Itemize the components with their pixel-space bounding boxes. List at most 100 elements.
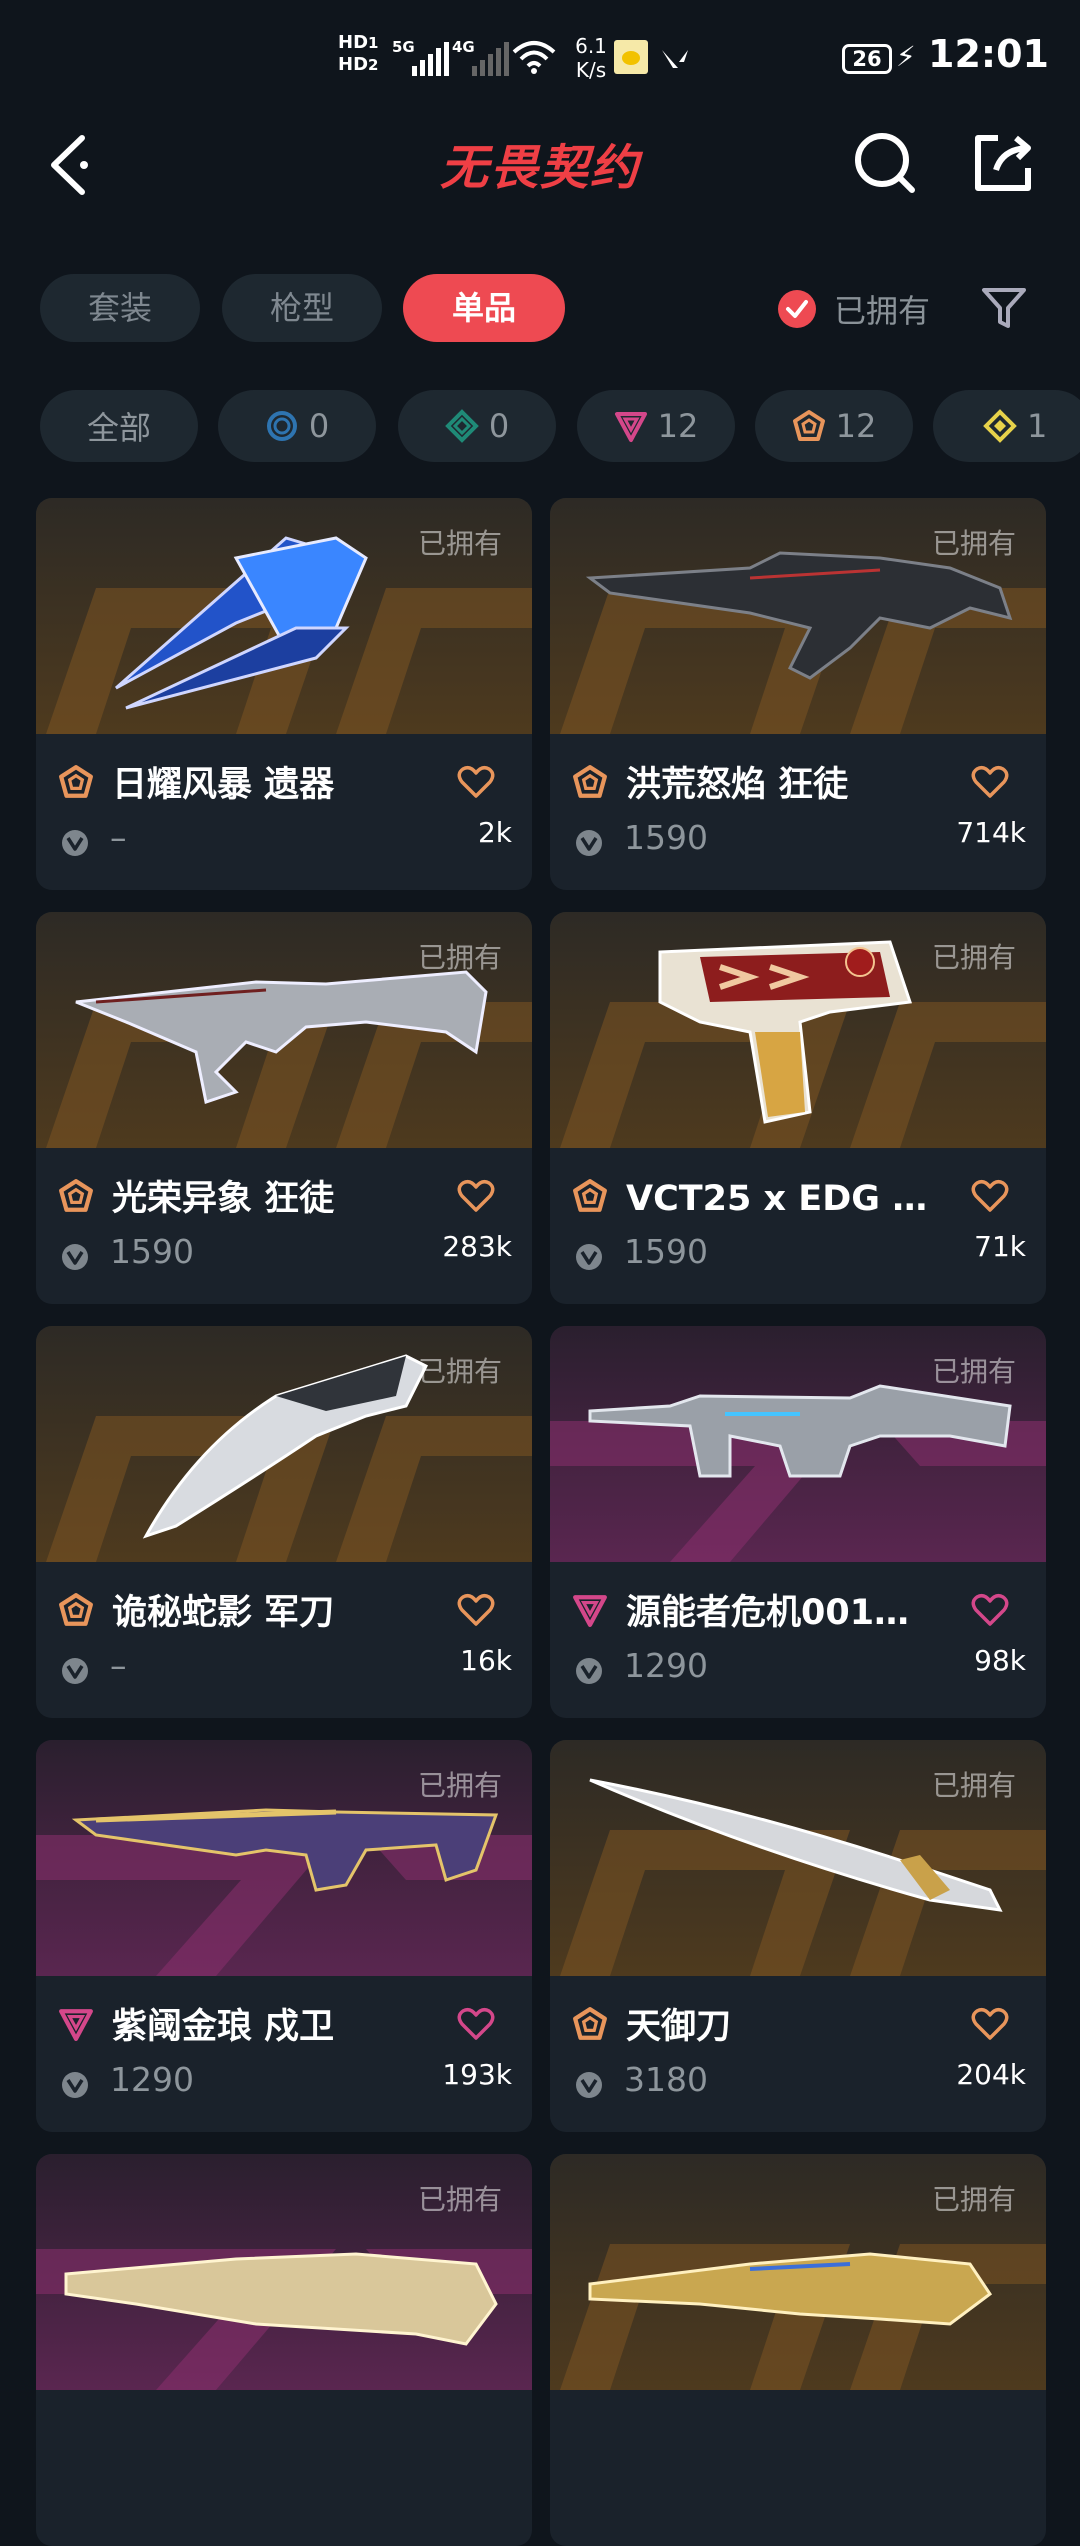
search-icon[interactable]: [850, 128, 920, 198]
hd-indicator: HD1 HD2: [338, 32, 379, 75]
item-likes: 204k: [956, 2058, 1026, 2091]
wifi-icon: [512, 41, 556, 74]
item-name: 源能者危机001…: [626, 1593, 910, 1633]
filter-icon[interactable]: [980, 284, 1028, 332]
chip-count: 0: [488, 407, 510, 445]
item-card[interactable]: 已拥有 光荣异象 狂徒 1590 283k: [36, 912, 532, 1304]
exclusive-tier-icon: [58, 764, 94, 800]
deluxe-tier-icon: [444, 409, 479, 443]
item-card[interactable]: 已拥有 VCT25 x EDG 标… 1590 71k: [550, 912, 1046, 1304]
chip-ultra[interactable]: 1: [933, 390, 1080, 462]
item-likes: 283k: [442, 1230, 512, 1263]
item-price: 1290: [110, 2060, 194, 2099]
item-name: VCT25 x EDG 标…: [626, 1179, 956, 1219]
tab-weapon-type[interactable]: 枪型: [222, 274, 382, 342]
notification-app-icon: [614, 40, 648, 74]
item-name: 日耀风暴 遗器: [112, 765, 335, 805]
chip-exclusive[interactable]: 12: [755, 390, 913, 462]
item-card[interactable]: 已拥有 日耀风暴 遗器 – 2k: [36, 498, 532, 890]
heart-icon[interactable]: [456, 1176, 496, 1216]
clock: 12:01: [928, 32, 1049, 76]
heart-icon[interactable]: [456, 762, 496, 802]
chip-premium[interactable]: 12: [577, 390, 735, 462]
item-card[interactable]: 已拥有: [550, 2154, 1046, 2546]
tab-items[interactable]: 单品: [403, 274, 565, 342]
item-likes: 71k: [974, 1230, 1026, 1263]
premium-tier-icon: [572, 1592, 608, 1628]
vp-currency-icon: [62, 2072, 88, 2098]
item-price: 1290: [624, 1646, 708, 1685]
chip-count: 1: [1027, 407, 1048, 445]
heart-icon[interactable]: [970, 1590, 1010, 1630]
item-price: 1590: [110, 1232, 194, 1271]
owned-label: 已拥有: [417, 1355, 502, 1388]
heart-icon[interactable]: [970, 2004, 1010, 2044]
premium-tier-icon: [58, 2006, 94, 2042]
heart-icon[interactable]: [970, 762, 1010, 802]
owned-label: 已拥有: [931, 527, 1016, 560]
chip-select[interactable]: 0: [218, 390, 376, 462]
item-card[interactable]: 已拥有 紫阈金琅 戍卫 1290 193k: [36, 1740, 532, 2132]
item-name: 诡秘蛇影 军刀: [112, 1593, 335, 1633]
exclusive-tier-icon: [572, 764, 608, 800]
vp-currency-icon: [62, 1244, 88, 1270]
item-name: 紫阈金琅 戍卫: [112, 2007, 335, 2047]
item-likes: 98k: [974, 1644, 1026, 1677]
owned-label: 已拥有: [417, 1769, 502, 1802]
item-card[interactable]: 已拥有 天御刀 3180 204k: [550, 1740, 1046, 2132]
item-price: 1590: [624, 1232, 708, 1271]
item-name: 天御刀: [626, 2007, 732, 2047]
chip-all[interactable]: 全部: [40, 390, 198, 462]
signal-icon: [412, 38, 449, 76]
vp-currency-icon: [576, 1244, 602, 1270]
ultra-tier-icon: [983, 409, 1017, 443]
item-card[interactable]: 已拥有 诡秘蛇影 军刀 – 16k: [36, 1326, 532, 1718]
premium-tier-icon: [614, 412, 647, 442]
item-likes: 16k: [460, 1644, 512, 1677]
tab-bundles[interactable]: 套装: [40, 274, 200, 342]
item-likes: 2k: [477, 816, 512, 849]
vp-currency-icon: [576, 2072, 602, 2098]
charging-icon: ⚡: [896, 40, 916, 73]
item-name: 洪荒怒焰 狂徒: [626, 765, 849, 805]
item-likes: 193k: [442, 2058, 512, 2091]
chip-count: 12: [835, 407, 877, 445]
exclusive-tier-icon: [572, 2006, 608, 2042]
vp-currency-icon: [62, 830, 88, 856]
chip-count: 12: [657, 407, 699, 445]
owned-label: 已拥有: [417, 527, 502, 560]
heart-icon[interactable]: [456, 2004, 496, 2044]
owned-filter-toggle[interactable]: 已拥有: [778, 284, 930, 334]
vp-currency-icon: [62, 1658, 88, 1684]
check-icon: [778, 290, 816, 328]
vp-currency-icon: [576, 1658, 602, 1684]
back-icon[interactable]: [44, 130, 94, 200]
valorant-icon: [662, 50, 688, 68]
item-price: –: [110, 818, 127, 857]
network-speed: 6.1 K/s: [575, 34, 607, 82]
item-card[interactable]: 已拥有: [36, 2154, 532, 2546]
owned-label: 已拥有: [417, 941, 502, 974]
chip-count: 0: [308, 407, 330, 445]
chip-deluxe[interactable]: 0: [398, 390, 556, 462]
item-card[interactable]: 已拥有 洪荒怒焰 狂徒 1590 714k: [550, 498, 1046, 890]
heart-icon[interactable]: [456, 1590, 496, 1630]
owned-filter-label: 已拥有: [834, 292, 931, 330]
item-price: –: [110, 1646, 127, 1685]
share-icon[interactable]: [968, 128, 1038, 198]
signal-icon-2: [472, 38, 509, 76]
vp-currency-icon: [576, 830, 602, 856]
exclusive-tier-icon: [792, 410, 825, 441]
exclusive-tier-icon: [572, 1178, 608, 1214]
owned-label: 已拥有: [931, 941, 1016, 974]
item-price: 1590: [624, 818, 708, 857]
item-card[interactable]: 已拥有 源能者危机001… 1290 98k: [550, 1326, 1046, 1718]
owned-label: 已拥有: [417, 2183, 502, 2216]
item-likes: 714k: [956, 816, 1026, 849]
exclusive-tier-icon: [58, 1592, 94, 1628]
owned-label: 已拥有: [931, 1769, 1016, 1802]
heart-icon[interactable]: [970, 1176, 1010, 1216]
battery-icon: 26: [842, 44, 892, 74]
status-bar: HD1 HD2 5G 4G 6.1 K/s 26 ⚡ 12:01: [0, 0, 1080, 120]
owned-label: 已拥有: [931, 1355, 1016, 1388]
